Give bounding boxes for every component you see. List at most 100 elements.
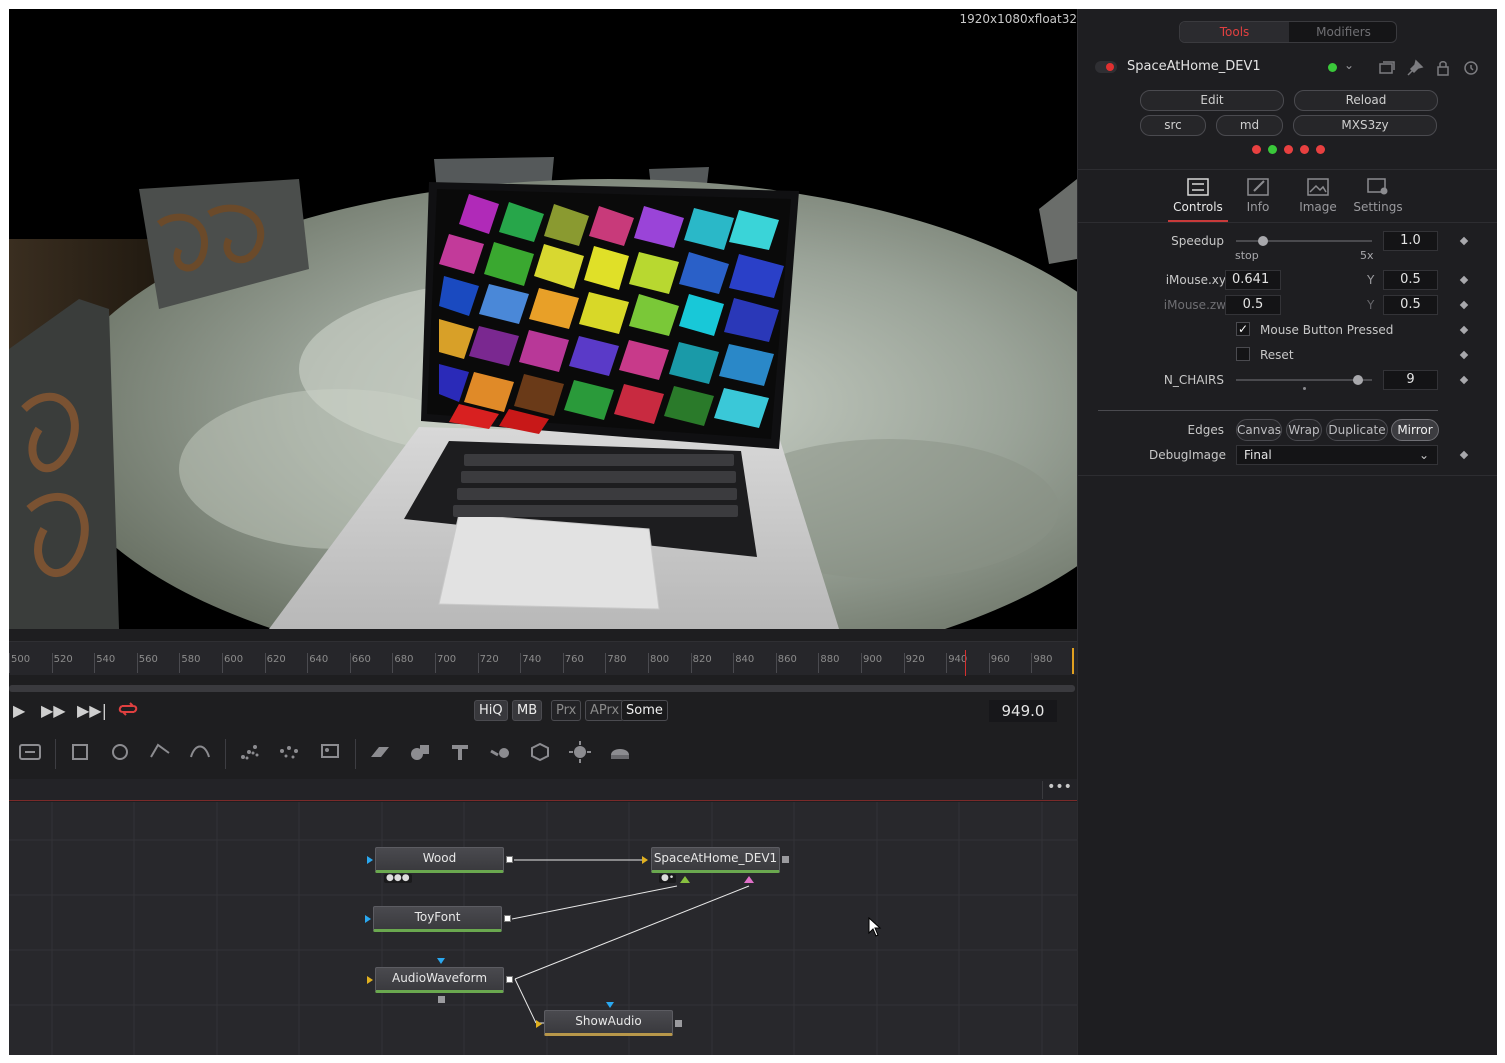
- n-chairs-keyframe-icon[interactable]: [1459, 375, 1469, 385]
- edges-mirror-button[interactable]: Mirror: [1391, 419, 1439, 441]
- timeline-tick: [818, 653, 820, 673]
- tab-info[interactable]: Info: [1228, 170, 1288, 222]
- spaceathome-output-port[interactable]: [782, 856, 789, 863]
- timeline-scrub-bar[interactable]: [9, 685, 1075, 692]
- render-end-marker[interactable]: [1072, 648, 1074, 674]
- timeline-tick-label: 720: [479, 654, 499, 665]
- timeline-tick-label: 500: [11, 654, 31, 665]
- src-button[interactable]: src: [1140, 115, 1206, 136]
- imouse-zw-keyframe-icon[interactable]: [1459, 300, 1469, 310]
- tab-modifiers[interactable]: Modifiers: [1289, 22, 1396, 42]
- motion-blur-toggle[interactable]: MB: [512, 700, 543, 721]
- lock-icon[interactable]: [1434, 59, 1452, 77]
- pin-icon[interactable]: [1406, 59, 1424, 77]
- shape-3d-icon[interactable]: [407, 739, 433, 765]
- imouse-y-field[interactable]: 0.5: [1383, 270, 1438, 290]
- spaceathome-input-green[interactable]: [680, 876, 690, 883]
- auto-proxy-toggle[interactable]: APrx: [585, 700, 625, 721]
- mxs3zy-button[interactable]: MXS3zy: [1293, 115, 1437, 136]
- timeline-tick: [605, 653, 607, 673]
- edges-duplicate-button[interactable]: Duplicate: [1326, 419, 1388, 441]
- tab-controls[interactable]: Controls: [1168, 170, 1228, 222]
- skip-to-end-icon[interactable]: ▶▶|: [77, 701, 107, 720]
- tab-image[interactable]: Image: [1288, 170, 1348, 222]
- chevron-down-icon[interactable]: ⌄: [1344, 58, 1354, 72]
- imouse-xy-keyframe-icon[interactable]: [1459, 275, 1469, 285]
- node-toyfont[interactable]: ToyFont: [373, 906, 502, 932]
- image-plane-3d-icon[interactable]: [367, 739, 393, 765]
- tab-tools[interactable]: Tools: [1180, 22, 1289, 42]
- viewer-panel[interactable]: 1920x1080xfloat32: [9, 9, 1077, 629]
- spaceathome-input-pink[interactable]: [744, 876, 754, 883]
- n-chairs-slider-track[interactable]: [1236, 379, 1372, 381]
- polygon-mask-icon[interactable]: [147, 739, 173, 765]
- node-audiowaveform[interactable]: AudioWaveform: [375, 967, 504, 993]
- proxy-toggle[interactable]: Prx: [551, 700, 582, 721]
- merge-3d-icon[interactable]: [487, 739, 513, 765]
- reload-button[interactable]: Reload: [1294, 90, 1438, 111]
- reset-checkbox[interactable]: [1236, 347, 1250, 361]
- audiowaveform-output-port[interactable]: [506, 976, 513, 983]
- imouse-x-field[interactable]: 0.641: [1225, 270, 1281, 290]
- timeline-tick: [222, 653, 223, 673]
- speedup-slider-track[interactable]: [1236, 240, 1372, 242]
- imouse-z-field[interactable]: 0.5: [1225, 295, 1281, 315]
- node-wood[interactable]: Wood: [375, 847, 504, 873]
- reset-keyframe-icon[interactable]: [1459, 350, 1469, 360]
- reset-icon[interactable]: [1462, 59, 1480, 77]
- play-icon[interactable]: ▶: [13, 701, 25, 720]
- edges-wrap-button[interactable]: Wrap: [1286, 419, 1322, 441]
- timeline-ruler[interactable]: 500 520 540 560 580 600 620 640 660 680 700 720 740 7…: [9, 641, 1077, 676]
- timeline-tick: [136, 653, 138, 673]
- timeline-tick: [94, 653, 96, 673]
- particle-bitmap-icon[interactable]: [317, 739, 343, 765]
- node-editor-canvas[interactable]: Wood ●●● SpaceAtHome_DEV1 ●• ToyFont Aud…: [9, 802, 1077, 1055]
- fast-forward-icon[interactable]: ▶▶: [41, 701, 66, 720]
- edges-canvas-button[interactable]: Canvas: [1236, 419, 1282, 441]
- status-led-5: [1316, 145, 1325, 154]
- renderer-3d-icon[interactable]: [607, 739, 633, 765]
- speedup-keyframe-icon[interactable]: [1459, 236, 1469, 246]
- particle-emitter-icon[interactable]: [237, 739, 263, 765]
- particle-render-icon[interactable]: [277, 739, 303, 765]
- debug-image-keyframe-icon[interactable]: [1459, 450, 1469, 460]
- showaudio-top-input[interactable]: [606, 1002, 614, 1008]
- toyfont-output-port[interactable]: [504, 915, 511, 922]
- audiowaveform-bottom-port[interactable]: [438, 996, 445, 1003]
- playhead[interactable]: [965, 650, 967, 676]
- current-frame-field[interactable]: 949.0: [989, 700, 1057, 722]
- timeline-tick: [520, 653, 522, 673]
- imouse-w-field[interactable]: 0.5: [1383, 295, 1438, 315]
- node-editor-menu-button[interactable]: •••: [1042, 780, 1076, 799]
- debug-image-dropdown[interactable]: Final ⌄: [1236, 445, 1438, 465]
- selective-update-toggle[interactable]: Some: [621, 700, 668, 721]
- node-enable-toggle[interactable]: [1095, 61, 1117, 73]
- edit-button[interactable]: Edit: [1140, 90, 1284, 111]
- tab-settings[interactable]: Settings: [1348, 170, 1408, 222]
- hiq-toggle[interactable]: HiQ: [474, 700, 508, 721]
- showaudio-output-port[interactable]: [675, 1020, 682, 1027]
- n-chairs-value-field[interactable]: 9: [1383, 370, 1438, 390]
- camera-3d-icon[interactable]: [527, 739, 553, 765]
- md-button[interactable]: md: [1216, 115, 1283, 136]
- audiowaveform-top-input[interactable]: [437, 958, 445, 964]
- light-3d-icon[interactable]: [567, 739, 593, 765]
- text-3d-icon[interactable]: [447, 739, 473, 765]
- wood-output-port[interactable]: [506, 856, 513, 863]
- ellipse-mask-icon[interactable]: [107, 739, 133, 765]
- version-icon[interactable]: [1378, 59, 1396, 77]
- speedup-slider-knob[interactable]: [1258, 236, 1269, 246]
- n-chairs-slider-knob[interactable]: [1353, 375, 1364, 385]
- mouse-pressed-keyframe-icon[interactable]: [1459, 325, 1469, 335]
- node-showaudio[interactable]: ShowAudio: [544, 1010, 673, 1036]
- timeline-tick: [349, 653, 351, 673]
- speedup-value-field[interactable]: 1.0: [1383, 231, 1438, 251]
- view-toggle-icon[interactable]: [17, 739, 43, 765]
- rectangle-mask-icon[interactable]: [67, 739, 93, 765]
- timeline-tick: [477, 653, 479, 673]
- bspline-mask-icon[interactable]: [187, 739, 213, 765]
- mouse-button-pressed-checkbox[interactable]: ✓: [1236, 322, 1250, 336]
- status-led-1: [1252, 145, 1261, 154]
- loop-icon[interactable]: [117, 698, 139, 724]
- node-spaceathome[interactable]: SpaceAtHome_DEV1: [651, 847, 780, 873]
